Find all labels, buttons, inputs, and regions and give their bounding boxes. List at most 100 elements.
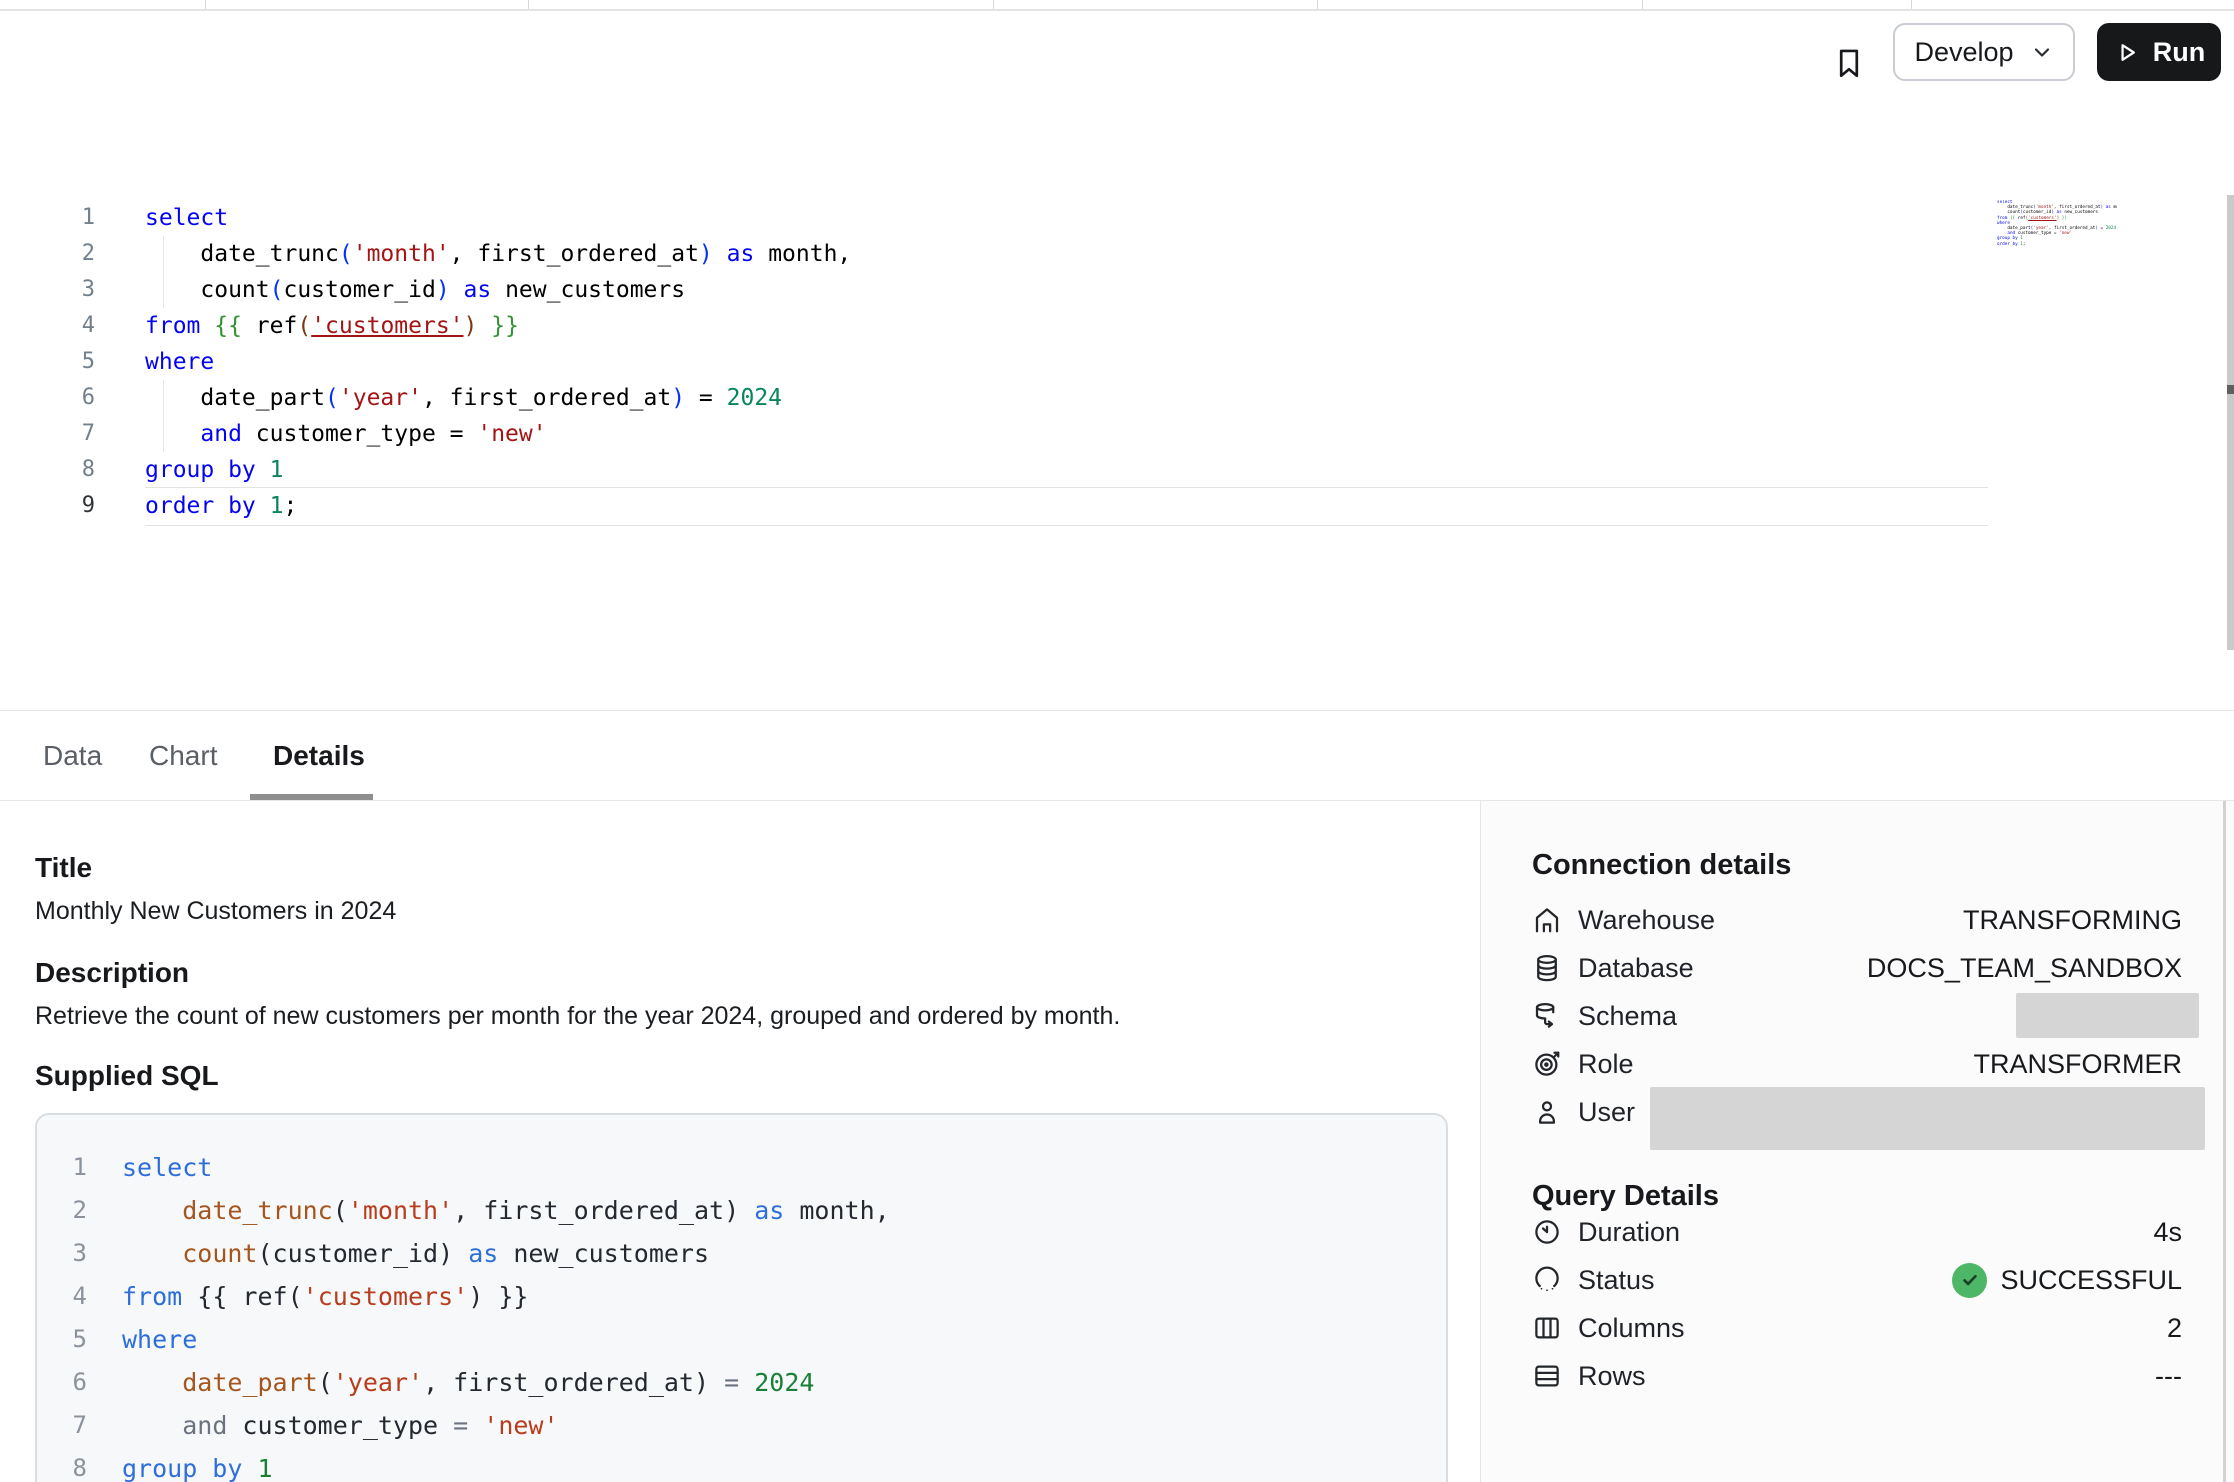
detail-label: Warehouse: [1578, 905, 1715, 936]
code-token: 'customers': [303, 1282, 469, 1311]
code-token: (customer_id): [257, 1239, 468, 1268]
code-line: date_part('year', first_ordered_at) = 20…: [145, 380, 851, 416]
detail-row-role: RoleTRANSFORMER: [1532, 1040, 2182, 1088]
tab-details[interactable]: Details: [267, 711, 371, 800]
line-number: 2: [47, 1189, 87, 1232]
code-token: , first_ordered_at: [423, 1368, 694, 1397]
code-token: new_customers: [491, 277, 685, 303]
line-number: 8: [0, 452, 95, 488]
code-token: {{ ref(: [182, 1282, 302, 1311]
detail-value: 4s: [2153, 1217, 2182, 1248]
code-token: 2024: [727, 385, 782, 411]
tab-chart[interactable]: Chart: [143, 711, 223, 800]
code-token: , first_ordered_at: [453, 1196, 724, 1225]
code-line: date_part('year', first_ordered_at) = 20…: [122, 1361, 890, 1404]
browser-tab-divider: [528, 0, 529, 9]
code-token: 'year': [339, 385, 422, 411]
code-token: (: [318, 1368, 333, 1397]
code-token: 1: [270, 493, 284, 519]
code-token: date_trunc: [182, 1196, 333, 1225]
code-token: [468, 1411, 483, 1440]
code-token: ;: [284, 493, 298, 519]
code-token: =: [453, 1411, 468, 1440]
code-token: 'month': [353, 241, 450, 267]
chevron-down-icon: [2030, 40, 2054, 64]
browser-tab-strip: [0, 0, 2234, 11]
editor-code: select date_trunc('month', first_ordered…: [145, 200, 851, 524]
code-token: (: [270, 277, 284, 303]
detail-row-duration: Duration4s: [1532, 1208, 2182, 1256]
code-token: select: [122, 1153, 212, 1182]
run-button[interactable]: Run: [2097, 23, 2221, 81]
code-line: from {{ ref('customers') }}: [145, 308, 851, 344]
detail-row-warehouse: WarehouseTRANSFORMING: [1532, 896, 2182, 944]
code-token: customer_type: [227, 1411, 453, 1440]
detail-label: Schema: [1578, 1001, 1677, 1032]
play-icon: [2113, 39, 2140, 66]
code-token: ): [699, 241, 713, 267]
browser-tab-divider: [993, 0, 994, 9]
code-token: (: [333, 1196, 348, 1225]
code-line: and customer_type = 'new': [122, 1404, 890, 1447]
code-token: 'month': [348, 1196, 453, 1225]
code-token: ref: [242, 313, 297, 339]
minimap[interactable]: select date_trunc('month', first_ordered…: [1997, 200, 2117, 280]
browser-tab-divider: [1642, 0, 1643, 9]
code-token: 2024: [754, 1368, 814, 1397]
detail-value-text: 2: [2167, 1313, 2182, 1344]
code-token: [477, 313, 491, 339]
code-line: select: [122, 1146, 890, 1189]
tab-data[interactable]: Data: [37, 711, 108, 800]
code-token: ) }}: [468, 1282, 528, 1311]
code-line: where: [122, 1318, 890, 1361]
line-number: 7: [47, 1404, 87, 1447]
panel-scrollbar[interactable]: [2223, 801, 2226, 1482]
sql-editor[interactable]: 123456789 select date_trunc('month', fir…: [0, 100, 2234, 710]
code-token: month,: [754, 241, 851, 267]
code-token: [242, 1454, 257, 1482]
code-token: new_customers: [2062, 210, 2098, 215]
schema-icon: [1532, 1001, 1562, 1031]
code-token: }}: [491, 313, 519, 339]
code-token: date_part: [182, 1368, 317, 1397]
detail-label: Columns: [1578, 1313, 1685, 1344]
code-token: [200, 313, 214, 339]
develop-button[interactable]: Develop: [1893, 23, 2075, 81]
spinner-icon: [1532, 1265, 1562, 1295]
code-token: select: [145, 205, 228, 231]
supplied-sql-line-numbers: 12345678: [47, 1146, 87, 1482]
code-token: , first_ordered_at: [422, 385, 671, 411]
code-token: ): [436, 277, 450, 303]
detail-label: Role: [1578, 1049, 1634, 1080]
detail-value: DOCS_TEAM_SANDBOX: [1867, 953, 2182, 984]
code-token: 'new': [477, 421, 546, 447]
line-number: 4: [0, 308, 95, 344]
warehouse-icon: [1532, 905, 1562, 935]
line-number: 5: [47, 1318, 87, 1361]
database-icon: [1532, 953, 1562, 983]
detail-value-text: SUCCESSFUL: [2000, 1265, 2182, 1296]
code-token: as: [754, 1196, 784, 1225]
line-number: 3: [47, 1232, 87, 1275]
line-number: 7: [0, 416, 95, 452]
detail-value-text: DOCS_TEAM_SANDBOX: [1867, 953, 2182, 984]
code-token: from: [145, 313, 200, 339]
code-line: group by 1: [122, 1447, 890, 1482]
line-number: 6: [47, 1361, 87, 1404]
detail-label: Database: [1578, 953, 1694, 984]
detail-row-database: Database DOCS_TEAM_SANDBOX: [1532, 944, 2182, 992]
code-line: and customer_type = 'new': [145, 416, 851, 452]
supplied-sql-heading: Supplied SQL: [35, 1060, 219, 1092]
browser-tab-divider: [205, 0, 206, 9]
line-number: 6: [0, 380, 95, 416]
bookmark-button[interactable]: [1829, 41, 1869, 85]
code-token: month,: [2111, 205, 2117, 210]
editor-line-numbers: 123456789: [0, 200, 95, 524]
code-line: order by 1;: [1997, 242, 2117, 247]
code-token: 2024: [2106, 226, 2116, 231]
editor-scrollbar[interactable]: [2227, 195, 2234, 650]
code-token: ): [694, 1368, 724, 1397]
supplied-sql-code: select date_trunc('month', first_ordered…: [122, 1146, 890, 1482]
code-token: [450, 277, 464, 303]
line-number: 5: [0, 344, 95, 380]
